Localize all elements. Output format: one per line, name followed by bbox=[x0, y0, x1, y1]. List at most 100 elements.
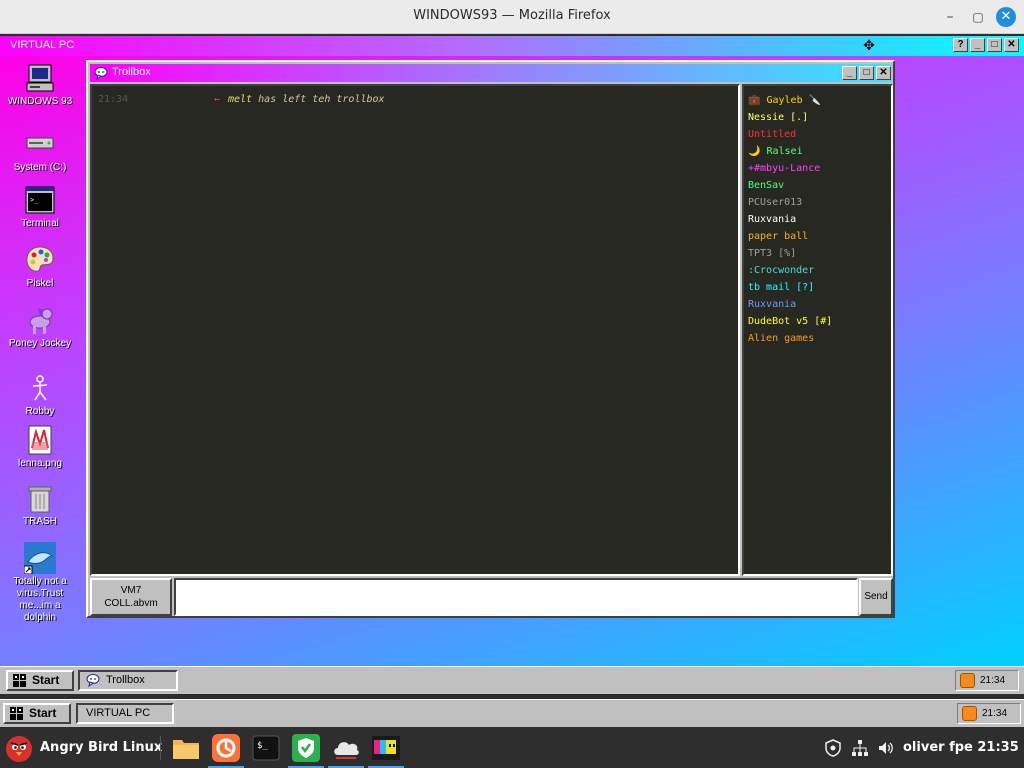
user-list-item[interactable]: Nessie [.] bbox=[748, 109, 891, 126]
desktop-icon-label: System (C:) bbox=[13, 162, 67, 173]
trollbox-titlebar[interactable]: Trollbox _ □ ✕ bbox=[90, 64, 891, 82]
user-list-pane[interactable]: 💼 Gayleb 🔪 Nessie [.] Untitled 🌙 Ralsei … bbox=[742, 84, 893, 576]
virtual-pc-maximize-button[interactable]: □ bbox=[987, 38, 1002, 52]
app-menu-label: Angry Bird Linux bbox=[40, 740, 163, 755]
start-button[interactable]: Start bbox=[6, 670, 74, 691]
desktop-icon-trash[interactable]: TRASH bbox=[5, 482, 75, 528]
virtual-pc-help-button[interactable]: ? bbox=[953, 38, 968, 52]
user-list-item[interactable]: PCUser013 bbox=[748, 194, 891, 211]
message-body: has left teh trollbox bbox=[258, 94, 385, 105]
firefox-icon[interactable] bbox=[210, 732, 242, 764]
virtual-pc-titlebar[interactable]: VIRTUAL PC ✥ ? _ □ ✕ bbox=[0, 36, 1024, 56]
tray-clock: 21:34 bbox=[982, 708, 1008, 719]
virtual-pc-taskbar: Start VIRTUAL PC 21:34 bbox=[0, 699, 1024, 727]
desktop-icon-label: Piskel bbox=[26, 278, 54, 289]
trollbox-maximize-button[interactable]: □ bbox=[859, 66, 874, 80]
virtual-pc-close-button[interactable]: ✕ bbox=[1004, 38, 1019, 52]
desktop-icon-label: lenna.png bbox=[18, 458, 62, 469]
send-button[interactable]: Send bbox=[859, 578, 893, 616]
message-timestamp: 21:34 bbox=[98, 94, 129, 105]
panel-separator bbox=[160, 736, 161, 760]
chat-bubble-icon bbox=[86, 673, 100, 688]
dolphin-icon bbox=[23, 542, 56, 575]
move-cursor-icon: ✥ bbox=[863, 38, 875, 54]
computer-icon bbox=[24, 62, 56, 94]
desktop-icon-dolphin-virus[interactable]: Totally not a virus.Trust me...im a dolp… bbox=[5, 542, 75, 624]
user-list-item[interactable]: Untitled bbox=[748, 126, 891, 143]
windows93-logo-icon bbox=[12, 673, 27, 688]
user-list-item[interactable]: paper ball bbox=[748, 228, 891, 245]
user-list-item[interactable]: :Crocwonder bbox=[748, 262, 891, 279]
windows93-desktop[interactable]: WINDOWS 93 System (C:) >_ Terminal Piske… bbox=[0, 56, 1024, 666]
stickman-icon bbox=[24, 372, 56, 404]
drive-icon bbox=[24, 128, 56, 160]
browser-minimize-button[interactable]: – bbox=[940, 7, 960, 27]
terminal-icon[interactable]: $_ bbox=[250, 732, 282, 764]
network-icon[interactable] bbox=[851, 728, 871, 768]
rss-icon[interactable] bbox=[960, 673, 975, 688]
user-list-item[interactable]: Ruxvania bbox=[748, 211, 891, 228]
vpn-shield-icon[interactable] bbox=[290, 732, 322, 764]
browser-titlebar: WINDOWS93 — Mozilla Firefox – ▢ ✕ bbox=[0, 0, 1024, 34]
pony-icon bbox=[24, 304, 56, 336]
desktop-icon-label: Totally not a virus.Trust me...im a dolp… bbox=[13, 576, 67, 623]
panel-clock[interactable]: oliver fpe 21:35 bbox=[903, 728, 1019, 768]
chat-bubble-icon bbox=[94, 66, 108, 81]
browser-title: WINDOWS93 — Mozilla Firefox bbox=[413, 8, 611, 23]
desktop-icon-robby[interactable]: Robby bbox=[5, 372, 75, 418]
message-nick[interactable]: melt bbox=[228, 94, 252, 105]
win93-taskbar: Start Trollbox 21:34 bbox=[0, 666, 1024, 694]
user-list-item[interactable]: Alien games bbox=[748, 330, 891, 347]
trollbox-minimize-button[interactable]: _ bbox=[842, 66, 857, 80]
svg-text:>_: >_ bbox=[30, 196, 39, 204]
vm-room-button[interactable]: VM7 COLL.abvm bbox=[90, 578, 172, 616]
folder-icon[interactable] bbox=[170, 732, 202, 764]
start-label: Start bbox=[32, 673, 60, 687]
trash-icon bbox=[24, 482, 56, 514]
virtual-pc-title: VIRTUAL PC bbox=[10, 39, 75, 51]
trollbox-title: Trollbox bbox=[112, 66, 151, 78]
chat-messages-pane[interactable]: 21:34 ← melt has left teh trollbox bbox=[90, 84, 740, 576]
user-list-item[interactable]: 💼 Gayleb 🔪 bbox=[748, 92, 891, 109]
user-list-item[interactable]: TPT3 [%] bbox=[748, 245, 891, 262]
desktop-icon-label: Terminal bbox=[21, 218, 59, 229]
browser-maximize-button[interactable]: ▢ bbox=[968, 7, 988, 27]
desktop-icon-lenna[interactable]: lenna.png bbox=[5, 424, 75, 470]
virtual-pc-minimize-button[interactable]: _ bbox=[970, 38, 985, 52]
start-button[interactable]: Start bbox=[3, 703, 71, 724]
user-list-item[interactable]: 🌙 Ralsei bbox=[748, 143, 891, 160]
user-list-item[interactable]: tb mail [?] bbox=[748, 279, 891, 296]
chat-message: 21:34 ← melt has left teh trollbox bbox=[98, 94, 718, 105]
browser-close-button[interactable]: ✕ bbox=[996, 7, 1016, 27]
desktop-icon-windows93[interactable]: WINDOWS 93 bbox=[5, 62, 75, 108]
taskbar-item-virtual-pc[interactable]: VIRTUAL PC bbox=[76, 703, 174, 724]
windows93-logo-icon bbox=[9, 706, 24, 721]
system-tray: 21:34 bbox=[955, 670, 1019, 691]
tray-clock: 21:34 bbox=[980, 675, 1006, 686]
desktop-icon-terminal[interactable]: >_ Terminal bbox=[5, 184, 75, 230]
app-menu-button[interactable]: Angry Bird Linux bbox=[6, 734, 162, 762]
trollbox-window[interactable]: Trollbox _ □ ✕ 21:34 ← melt has left teh… bbox=[86, 60, 895, 618]
angry-bird-icon bbox=[6, 736, 32, 762]
rss-icon[interactable] bbox=[962, 706, 977, 721]
vm-room-line1: VM7 bbox=[120, 585, 142, 596]
taskbar-item-trollbox[interactable]: Trollbox bbox=[78, 670, 178, 691]
terminal-icon: >_ bbox=[24, 184, 56, 216]
trollbox-close-button[interactable]: ✕ bbox=[876, 66, 891, 80]
user-list-item[interactable]: DudeBot v5 [#] bbox=[748, 313, 891, 330]
volume-icon[interactable] bbox=[877, 728, 897, 768]
system-tray: 21:34 bbox=[957, 703, 1021, 724]
desktop-icon-label: Poney Jockey bbox=[8, 338, 72, 349]
image-file-icon bbox=[24, 424, 56, 456]
user-list-item[interactable]: Ruxvania bbox=[748, 296, 891, 313]
message-text: melt has left teh trollbox bbox=[228, 94, 385, 105]
chat-message-input[interactable] bbox=[174, 578, 858, 616]
desktop-icon-poney-jockey[interactable]: Poney Jockey bbox=[5, 304, 75, 350]
user-list-item[interactable]: +#mbyu-Lance bbox=[748, 160, 891, 177]
shield-status-icon[interactable] bbox=[824, 728, 844, 768]
cloud-icon[interactable] bbox=[330, 732, 362, 764]
pixel-game-icon[interactable] bbox=[370, 732, 402, 764]
desktop-icon-system-drive[interactable]: System (C:) bbox=[5, 128, 75, 174]
user-list-item[interactable]: BenSav bbox=[748, 177, 891, 194]
desktop-icon-piskel[interactable]: Piskel bbox=[5, 244, 75, 290]
